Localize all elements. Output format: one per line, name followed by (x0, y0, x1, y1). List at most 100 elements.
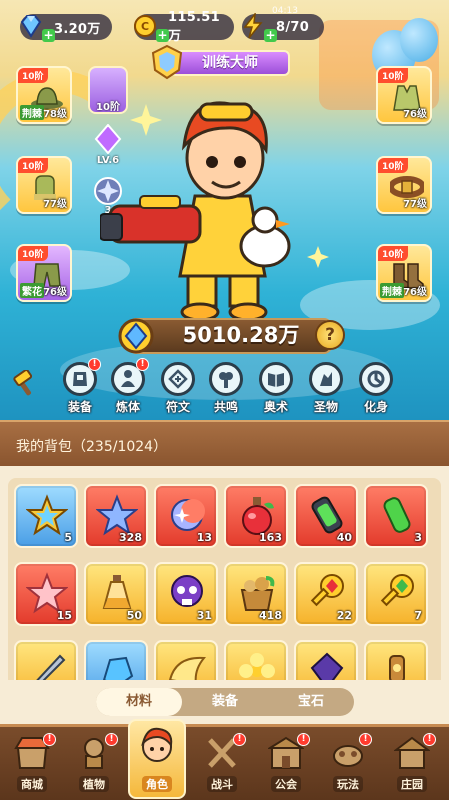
slot-tier: 10阶 (378, 68, 408, 83)
rune-icon (161, 362, 195, 396)
item-count: 50 (126, 609, 142, 622)
nav-character[interactable]: 角色 (128, 719, 186, 799)
equip-slot-boots[interactable]: 10阶 荆棘 76级 (376, 244, 432, 302)
lantern-icon (389, 655, 405, 680)
combat-power-display: 5010.28万 (118, 318, 332, 354)
bag-item[interactable]: 418 (224, 562, 288, 626)
action-label: 符文 (165, 400, 190, 414)
nav-battle[interactable]: 战斗 ! (194, 733, 250, 797)
equip-slot-pants[interactable]: 10阶 繁花 76级 (16, 244, 72, 302)
equip-slot-vest[interactable]: 10阶 76级 (376, 66, 432, 124)
moon-star-icon (171, 499, 205, 531)
add-gems-button[interactable]: + (42, 29, 55, 42)
basket-icon (240, 576, 275, 611)
nav-label: 商城 (17, 776, 47, 792)
action-arcane[interactable]: 奥术 (256, 362, 296, 415)
purple-gem-icon (310, 652, 344, 680)
slot-tier: 10阶 (18, 158, 48, 173)
blue-ore-icon (102, 656, 134, 680)
action-relic[interactable]: 圣物 (306, 362, 346, 415)
action-avatar[interactable]: 化身 (356, 362, 396, 415)
action-label: 共鸣 (213, 400, 238, 414)
bag-item[interactable]: 15 (14, 562, 78, 626)
slot-level: 76级 (43, 287, 67, 298)
energy-counter[interactable]: + 8/70 (242, 13, 324, 42)
flower-icon (239, 653, 275, 678)
bag-item[interactable]: 3 (364, 484, 428, 548)
bag-item[interactable]: 5 (14, 484, 78, 548)
equip-slot-gloves[interactable]: 10阶 77级 (16, 156, 72, 214)
item-count: 3 (414, 531, 422, 544)
item-count: 13 (196, 531, 212, 544)
nav-label: 角色 (142, 776, 172, 792)
nav-shop[interactable]: 商城 ! (4, 733, 60, 797)
bag-item[interactable]: 13 (154, 484, 218, 548)
equip-slot-belt[interactable]: 10阶 77级 (376, 156, 432, 214)
star-badge-icon (26, 494, 68, 536)
bag-item[interactable] (224, 640, 288, 680)
svg-text:C: C (141, 20, 149, 33)
nav-label: 公会 (271, 776, 301, 792)
action-rune[interactable]: 符文 (158, 362, 198, 415)
item-count: 31 (196, 609, 212, 622)
hero-portrait-icon (135, 721, 179, 773)
tab-materials[interactable]: 材料 (96, 688, 182, 716)
alert-badge: ! (423, 733, 436, 746)
action-label: 装备 (67, 400, 92, 414)
bag-item[interactable]: 163 (224, 484, 288, 548)
hero-character[interactable] (100, 86, 350, 326)
battery-icon (311, 496, 343, 534)
slot-level: 77级 (403, 199, 427, 210)
wing-icon (168, 656, 207, 680)
arcane-book-icon (259, 362, 293, 396)
add-coins-button[interactable]: + (156, 29, 169, 42)
nav-guild[interactable]: 公会 ! (258, 733, 314, 797)
avatar-icon (359, 362, 393, 396)
bag-item[interactable] (14, 640, 78, 680)
bag-item[interactable]: 40 (294, 484, 358, 548)
bag-item[interactable]: 31 (154, 562, 218, 626)
title-banner[interactable]: 训练大师 (150, 44, 300, 80)
bag-item[interactable]: 50 (84, 562, 148, 626)
alert-badge: ! (359, 733, 372, 746)
coin-counter[interactable]: C + 115.51万 (134, 10, 234, 44)
bag-grid: 5 328 13 163 40 3 15 50 31 418 22 7 (8, 478, 441, 680)
bag-item[interactable]: 328 (84, 484, 148, 548)
bag-item[interactable] (364, 640, 428, 680)
item-count: 15 (56, 609, 72, 622)
equip-slot-hat[interactable]: 10阶 荆棘 78级 (16, 66, 72, 124)
action-label: 化身 (363, 400, 388, 414)
alert-badge: ! (297, 733, 310, 746)
tab-gems[interactable]: 宝石 (268, 688, 354, 716)
action-body[interactable]: 炼体 ! (108, 358, 149, 415)
power-help-button[interactable]: ? (315, 320, 345, 350)
tab-equipment[interactable]: 装备 (182, 688, 268, 716)
bag-panel[interactable]: 5 328 13 163 40 3 15 50 31 418 22 7 (0, 466, 449, 680)
ruby-key-icon (310, 574, 344, 607)
item-count: 22 (336, 609, 352, 622)
nav-manor[interactable]: 庄园 ! (384, 733, 440, 797)
gem-counter[interactable]: + 3.20万 (20, 14, 112, 42)
item-count: 163 (259, 531, 282, 544)
action-equip[interactable]: 装备 ! (60, 358, 101, 415)
nav-label: 战斗 (207, 776, 237, 792)
nav-gameplay[interactable]: 玩法 ! (320, 733, 376, 797)
alert-badge: ! (105, 733, 118, 746)
bag-item[interactable] (84, 640, 148, 680)
item-count: 40 (336, 531, 352, 544)
bag-item[interactable] (294, 640, 358, 680)
bottom-nav: 商城 ! 植物 ! 角色 战斗 ! 公会 ! 玩法 ! 庄园 ! (0, 719, 449, 800)
pink-star-icon (26, 572, 68, 614)
bag-item[interactable]: 7 (364, 562, 428, 626)
add-energy-button[interactable]: + (264, 29, 277, 42)
item-count: 5 (64, 531, 72, 544)
emerald-key-icon (380, 574, 414, 607)
slot-tier: 10阶 (378, 158, 408, 173)
nav-plants[interactable]: 植物 ! (66, 733, 122, 797)
alert-badge: ! (233, 733, 246, 746)
bag-item[interactable] (154, 640, 218, 680)
hammer-icon[interactable] (12, 370, 38, 396)
item-count: 418 (259, 609, 282, 622)
action-resonance[interactable]: 共鸣 (206, 362, 246, 415)
bag-item[interactable]: 22 (294, 562, 358, 626)
